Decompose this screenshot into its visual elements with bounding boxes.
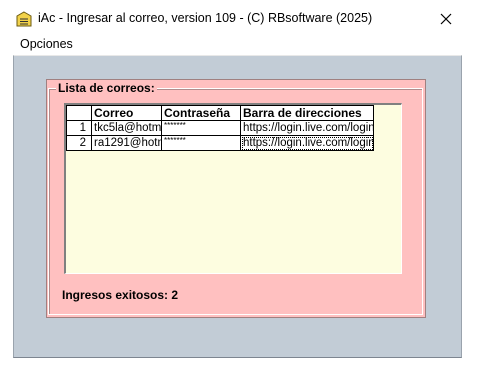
header-num[interactable] xyxy=(66,105,92,121)
mail-panel: Lista de correos: Correo Contraseña Barr… xyxy=(46,79,426,318)
mail-grid[interactable]: Correo Contraseña Barra de direcciones 1… xyxy=(64,103,402,274)
main-window: iAc - Ingresar al correo, version 109 - … xyxy=(0,0,478,372)
password-cell[interactable]: ******* xyxy=(161,120,241,136)
menu-bar: Opciones xyxy=(0,36,478,54)
close-icon xyxy=(440,13,452,25)
password-cell[interactable]: ******* xyxy=(161,135,241,151)
email-cell[interactable]: ra1291@hotm xyxy=(91,135,162,151)
header-contrasena[interactable]: Contraseña xyxy=(161,105,241,121)
stacked-document-icon xyxy=(16,11,32,27)
table-row[interactable]: 1 tkc5la@hotma ******* https://login.liv… xyxy=(66,120,374,136)
success-count-label: Ingresos exitosos: 2 xyxy=(62,288,179,302)
email-cell[interactable]: tkc5la@hotma xyxy=(91,120,162,136)
client-area: Lista de correos: Correo Contraseña Barr… xyxy=(13,55,462,358)
row-number[interactable]: 1 xyxy=(66,120,92,136)
table-row[interactable]: 2 ra1291@hotm ******* https://login.live… xyxy=(66,135,374,151)
row-number[interactable]: 2 xyxy=(66,135,92,151)
url-cell[interactable]: https://login.live.com/login xyxy=(240,135,374,151)
header-barra[interactable]: Barra de direcciones xyxy=(240,105,374,121)
app-icon[interactable] xyxy=(16,11,32,27)
grid-header-row: Correo Contraseña Barra de direcciones xyxy=(66,105,374,121)
url-cell[interactable]: https://login.live.com/login xyxy=(240,120,374,136)
menu-opciones[interactable]: Opciones xyxy=(20,37,73,51)
header-correo[interactable]: Correo xyxy=(91,105,162,121)
title-bar[interactable]: iAc - Ingresar al correo, version 109 - … xyxy=(0,0,478,36)
group-label: Lista de correos: xyxy=(56,81,157,95)
window-title: iAc - Ingresar al correo, version 109 - … xyxy=(38,11,373,25)
mail-table: Correo Contraseña Barra de direcciones 1… xyxy=(66,105,374,151)
close-button[interactable] xyxy=(432,6,460,32)
